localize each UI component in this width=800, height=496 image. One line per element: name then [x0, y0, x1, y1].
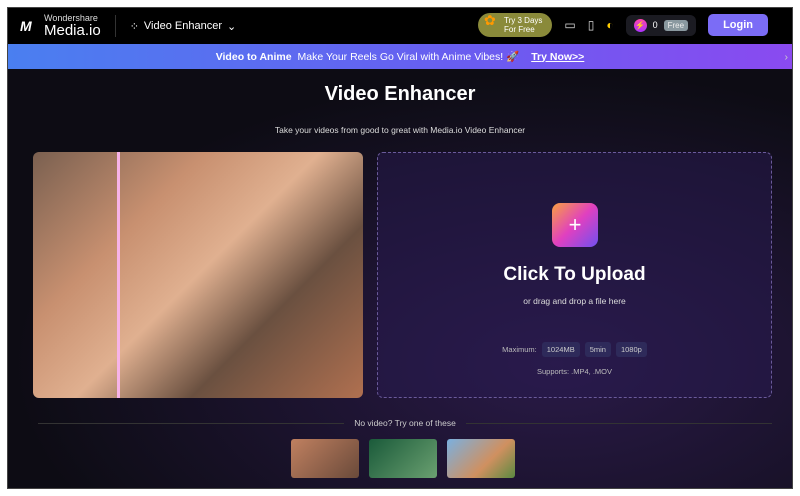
try-now-link[interactable]: Try Now>> — [531, 51, 584, 63]
upload-dropzone[interactable]: + Click To Upload or drag and drop a fil… — [377, 152, 772, 398]
login-button[interactable]: Login — [708, 14, 768, 36]
chevron-down-icon: ⌄ — [227, 20, 237, 33]
max-label: Maximum: — [502, 345, 537, 354]
upload-title: Click To Upload — [503, 264, 646, 285]
page-subtitle: Take your videos from good to great with… — [274, 125, 526, 135]
credits-box[interactable]: ⚡ 0 Free — [625, 14, 697, 36]
limit-duration: 5min — [584, 342, 611, 357]
media-io-logo-icon: M — [20, 18, 32, 34]
screen-download-icon[interactable]: ▭ — [564, 18, 575, 32]
logo[interactable]: M Wondershare Media.io — [20, 14, 101, 39]
top-nav: M WondershareMedia.io ⁘ Video Enhancer ⌄ T… — [8, 8, 792, 44]
page-title: Video Enhancer — [324, 83, 476, 105]
divider — [114, 15, 116, 37]
comparison-slider-handle[interactable] — [117, 152, 120, 398]
document-icon[interactable]: ▯ — [588, 18, 595, 32]
bolt-icon: ⚡ — [633, 18, 647, 32]
divider — [465, 422, 772, 424]
product-label: Video Enhancer — [143, 20, 223, 32]
trial-line-1: Try 3 Days — [504, 16, 543, 25]
limit-resolution: 1080p — [615, 342, 647, 357]
divider — [38, 422, 345, 424]
brand-name: Media.io — [44, 22, 101, 39]
grid-icon: ⁘ — [129, 20, 139, 33]
main-content: Video Enhancer Take your videos from goo… — [8, 69, 792, 488]
plan-badge: Free — [663, 19, 689, 31]
limit-size: 1024MB — [541, 342, 580, 357]
plus-icon[interactable]: + — [552, 203, 598, 247]
limits: Maximum: 1024MB 5min 1080p — [378, 342, 771, 357]
upload-subtitle: or drag and drop a file here — [523, 296, 626, 306]
before-after-preview[interactable] — [33, 152, 363, 398]
product-dropdown[interactable]: ⁘ Video Enhancer ⌄ — [130, 20, 237, 33]
sample-video-1[interactable] — [291, 439, 359, 478]
sample-video-3[interactable] — [447, 439, 515, 478]
promo-banner[interactable]: Video to Anime Make Your Reels Go Viral … — [8, 44, 792, 69]
theme-toggle-icon[interactable]: ◐ — [606, 18, 613, 32]
trial-line-2: For Free — [504, 25, 535, 34]
samples-label: No video? Try one of these — [354, 418, 456, 428]
banner-title: Video to Anime — [215, 50, 292, 63]
supported-formats: Supports: .MP4, .MOV — [536, 367, 613, 376]
chevron-right-icon[interactable]: › — [785, 51, 789, 63]
free-trial-button[interactable]: Try 3 DaysFor Free — [478, 13, 553, 37]
credits-count: 0 — [652, 20, 658, 30]
app-window: M WondershareMedia.io ⁘ Video Enhancer ⌄ T… — [7, 7, 793, 489]
banner-text: Make Your Reels Go Viral with Anime Vibe… — [297, 51, 520, 63]
sample-video-2[interactable] — [369, 439, 437, 478]
